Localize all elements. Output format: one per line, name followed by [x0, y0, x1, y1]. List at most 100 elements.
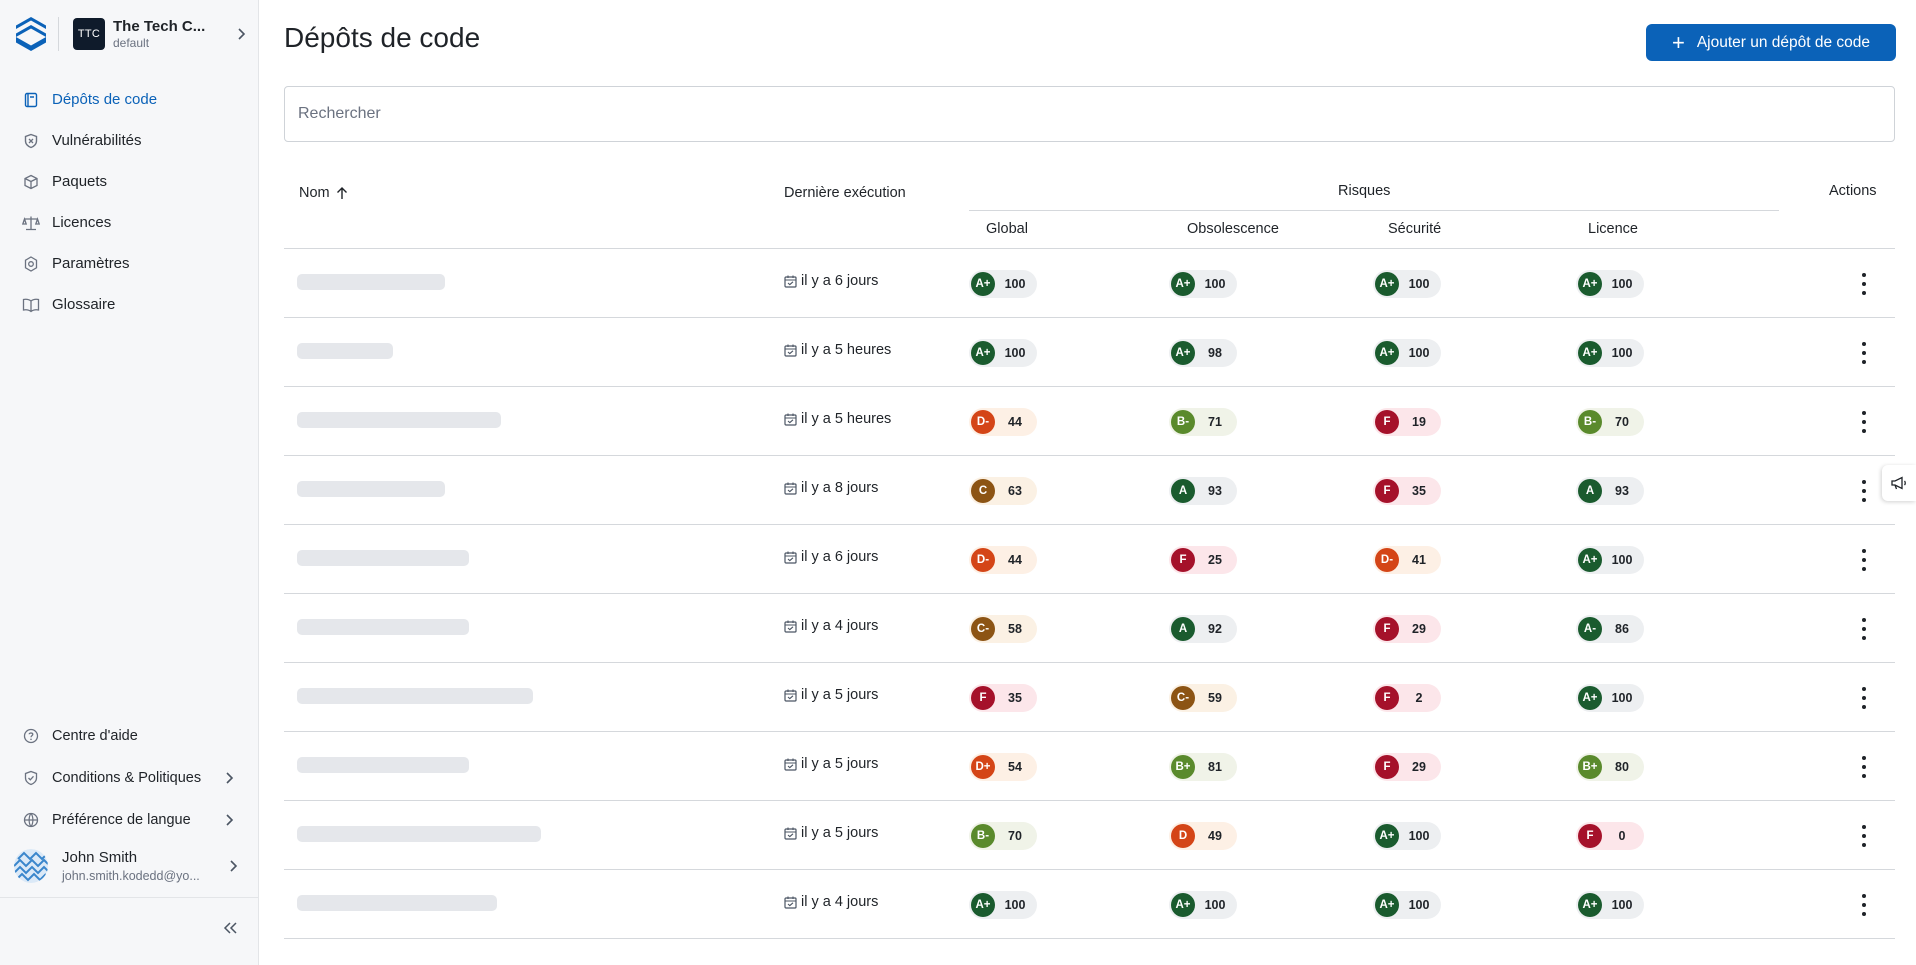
chevron-right-icon: [226, 859, 240, 873]
repository-name-placeholder: [297, 757, 469, 773]
last-run-text: il y a 4 jours: [801, 618, 879, 634]
table-row[interactable]: il y a 5 jours F 35 C- 59 F 2 A+ 100: [284, 663, 1895, 732]
score-badge-license: B+ 80: [1576, 753, 1644, 781]
nav-item-licenses[interactable]: Licences: [0, 202, 258, 243]
score-value: 100: [1408, 898, 1430, 912]
page-title: Dépôts de code: [284, 22, 481, 53]
table-row[interactable]: il y a 8 jours C 63 A 93 F 35 A 93: [284, 456, 1895, 525]
repository-name-placeholder: [297, 688, 533, 704]
nav-item-vulnerabilities[interactable]: Vulnérabilités: [0, 120, 258, 161]
app-root: TTC The Tech C... default Dépôts de code: [0, 0, 1916, 965]
row-actions-kebab-icon[interactable]: [1861, 411, 1867, 433]
table-row[interactable]: il y a 6 jours D- 44 F 25 D- 41 A+ 100: [284, 525, 1895, 594]
grade-letter: F: [1375, 479, 1399, 503]
grade-letter: A+: [971, 272, 995, 296]
nav-item-help-center[interactable]: Centre d'aide: [0, 715, 258, 757]
score-badge-obsolescence: F 25: [1169, 546, 1237, 574]
row-actions-kebab-icon[interactable]: [1861, 618, 1867, 640]
nav-item-settings[interactable]: Paramètres: [0, 243, 258, 284]
score-badge-global: C 63: [969, 477, 1037, 505]
repository-name-placeholder: [297, 274, 445, 290]
last-run-text: il y a 8 jours: [801, 480, 879, 496]
package-icon: [22, 173, 40, 191]
table-row[interactable]: il y a 6 jours A+ 100 A+ 100 A+ 100 A+ 100: [284, 249, 1895, 318]
grade-letter: A: [1171, 617, 1195, 641]
globe-icon: [22, 811, 40, 829]
calendar-icon: [784, 344, 797, 357]
nav-item-glossary[interactable]: Glossaire: [0, 284, 258, 325]
score-badge-license: A 93: [1576, 477, 1644, 505]
repository-name-placeholder: [297, 895, 497, 911]
score-value: 100: [1611, 277, 1633, 291]
column-global: Global: [986, 221, 1028, 237]
row-actions-kebab-icon[interactable]: [1861, 480, 1867, 502]
score-value: 100: [1004, 346, 1026, 360]
last-run-cell: il y a 6 jours: [784, 273, 878, 289]
risks-group-divider: [969, 210, 1779, 211]
table-row[interactable]: il y a 5 heures D- 44 B- 71 F 19 B- 70: [284, 387, 1895, 456]
score-badge-obsolescence: B- 71: [1169, 408, 1237, 436]
announcement-button[interactable]: [1882, 465, 1916, 501]
search-input[interactable]: [284, 86, 1895, 142]
row-actions-kebab-icon[interactable]: [1861, 894, 1867, 916]
score-value: 93: [1615, 484, 1629, 498]
grade-letter: A+: [1375, 893, 1399, 917]
table-row[interactable]: il y a 4 jours A+ 100 A+ 100 A+ 100 A+ 100: [284, 870, 1895, 939]
calendar-icon: [784, 413, 797, 426]
add-repository-button[interactable]: + Ajouter un dépôt de code: [1646, 24, 1896, 61]
last-run-text: il y a 5 heures: [801, 411, 892, 427]
last-run-cell: il y a 5 jours: [784, 687, 878, 703]
score-value: 19: [1412, 415, 1426, 429]
score-badge-security: F2: [1373, 684, 1441, 712]
grade-letter: B-: [1578, 410, 1602, 434]
chevron-right-icon: [222, 813, 236, 827]
org-switcher[interactable]: TTC The Tech C... default: [14, 14, 248, 54]
table-row[interactable]: il y a 5 heures A+ 100 A+ 98 A+ 100 A+ 100: [284, 318, 1895, 387]
score-value: 58: [1008, 622, 1022, 636]
nav-item-code-repositories[interactable]: Dépôts de code: [0, 79, 258, 120]
column-actions: Actions: [1829, 183, 1877, 199]
table-row[interactable]: il y a 5 jours B- 70 D 49 A+ 100 F 0: [284, 801, 1895, 870]
score-value: 100: [1611, 691, 1633, 705]
table-row[interactable]: il y a 5 jours D+ 54 B+ 81 F 29 B+ 80: [284, 732, 1895, 801]
book-icon: [22, 91, 40, 109]
score-badge-obsolescence: D 49: [1169, 822, 1237, 850]
sort-by-name-header[interactable]: Nom: [299, 185, 348, 201]
last-run-cell: il y a 4 jours: [784, 894, 878, 910]
row-actions-kebab-icon[interactable]: [1861, 756, 1867, 778]
score-badge-license: A+ 100: [1576, 339, 1644, 367]
last-run-text: il y a 5 jours: [801, 756, 879, 772]
grade-letter: D-: [1375, 548, 1399, 572]
score-badge-obsolescence: A 92: [1169, 615, 1237, 643]
row-actions-kebab-icon[interactable]: [1861, 342, 1867, 364]
repository-name-placeholder: [297, 550, 469, 566]
score-value: 100: [1004, 277, 1026, 291]
score-value: 80: [1615, 760, 1629, 774]
nav-item-packages[interactable]: Paquets: [0, 161, 258, 202]
chevron-right-icon: [222, 771, 236, 785]
last-run-text: il y a 5 jours: [801, 687, 879, 703]
score-badge-security: A+ 100: [1373, 270, 1441, 298]
nav-item-terms-policies[interactable]: Conditions & Politiques: [0, 757, 258, 799]
score-value: 100: [1004, 898, 1026, 912]
grade-letter: F: [1375, 617, 1399, 641]
score-badge-global: A+ 100: [969, 339, 1037, 367]
collapse-sidebar-icon[interactable]: [222, 920, 238, 941]
repository-name-placeholder: [297, 619, 469, 635]
score-badge-global: A+ 100: [969, 270, 1037, 298]
grade-letter: A: [1171, 479, 1195, 503]
score-value: 29: [1412, 760, 1426, 774]
table-row[interactable]: il y a 4 jours C- 58 A 92 F 29 A- 86: [284, 594, 1895, 663]
user-menu[interactable]: John Smith john.smith.kodedd@yo...: [14, 843, 240, 889]
row-actions-kebab-icon[interactable]: [1861, 273, 1867, 295]
row-actions-kebab-icon[interactable]: [1861, 825, 1867, 847]
nav-item-language[interactable]: Préférence de langue: [0, 799, 258, 841]
score-badge-license: B- 70: [1576, 408, 1644, 436]
grade-letter: A+: [1171, 341, 1195, 365]
score-value: 25: [1208, 553, 1222, 567]
last-run-text: il y a 5 jours: [801, 825, 879, 841]
row-actions-kebab-icon[interactable]: [1861, 549, 1867, 571]
row-actions-kebab-icon[interactable]: [1861, 687, 1867, 709]
score-value: 93: [1208, 484, 1222, 498]
grade-letter: A+: [1578, 686, 1602, 710]
